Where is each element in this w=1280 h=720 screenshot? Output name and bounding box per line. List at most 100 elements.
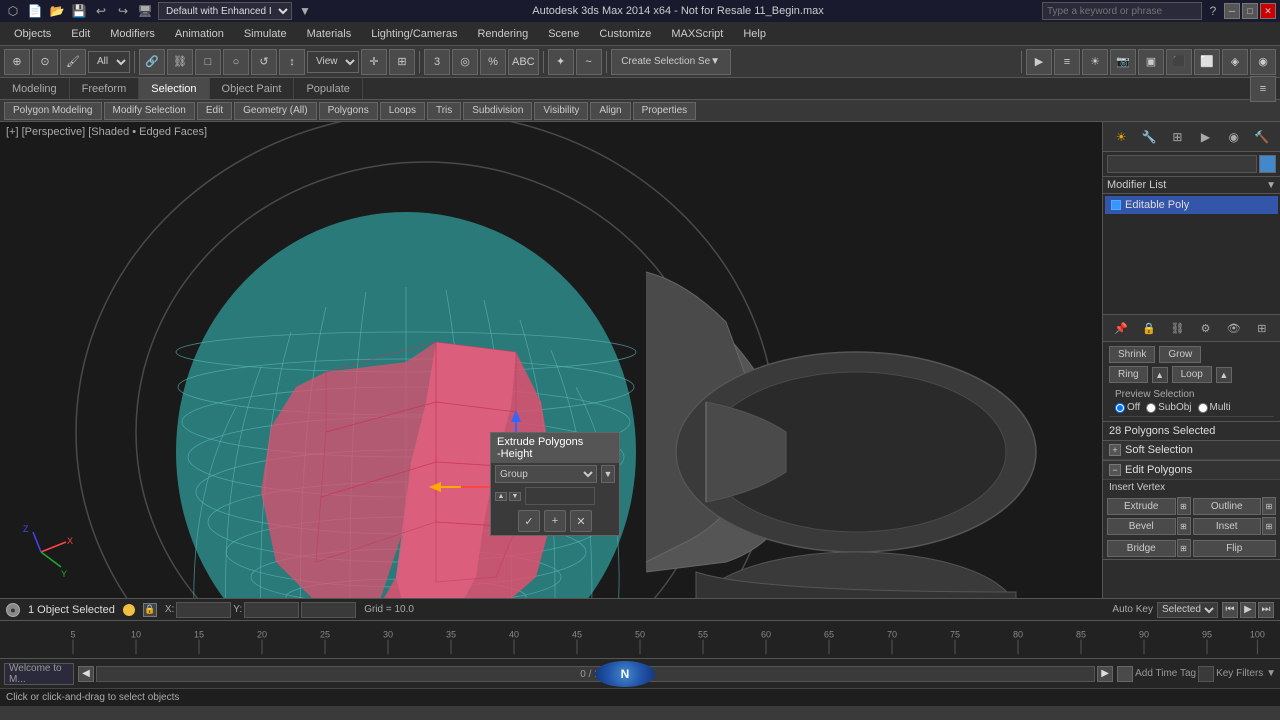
modify-icon[interactable]: 🔧 [1138,126,1160,148]
menu-edit[interactable]: Edit [61,26,100,42]
extrude-confirm-btn[interactable]: ✓ [518,510,540,532]
select-rotate[interactable]: ↺ [251,49,277,75]
menu-objects[interactable]: Objects [4,26,61,42]
lock-icon[interactable]: 🔒 [1138,317,1160,339]
menu-modifiers[interactable]: Modifiers [100,26,165,42]
sub-subdivision[interactable]: Subdivision [463,102,532,120]
panel-toggle[interactable]: ≡ [1250,76,1276,102]
extrude-plus-btn[interactable]: + [544,510,566,532]
open-icon[interactable]: 📂 [48,2,66,20]
pin-icon[interactable]: 📌 [1110,317,1132,339]
sub-visibility[interactable]: Visibility [534,102,588,120]
snap-box[interactable]: ⊞ [389,49,415,75]
play-btn[interactable]: ▶ [1240,602,1256,618]
unlink-tool[interactable]: ⛓ [167,49,193,75]
view-icon2[interactable]: 👁 [1223,317,1245,339]
sub-polygons[interactable]: Polygons [319,102,378,120]
utilities-icon[interactable]: 🔨 [1251,126,1273,148]
move-btn[interactable]: ✦ [548,49,574,75]
chain-icon[interactable]: ⛓ [1166,317,1188,339]
menu-customize[interactable]: Customize [589,26,661,42]
paint-tool[interactable]: 🖌 [60,49,86,75]
close-button[interactable]: ✕ [1260,3,1276,19]
tab-modeling[interactable]: Modeling [0,78,70,99]
shrink-button[interactable]: Shrink [1109,346,1155,363]
redo-icon[interactable]: ↪ [114,2,132,20]
soft-selection-header[interactable]: + Soft Selection [1103,441,1280,460]
extrude-settings-btn[interactable]: ⊞ [1177,497,1191,515]
sub-geometry[interactable]: Geometry (All) [234,102,316,120]
viewport-3d[interactable]: [+] [Perspective] [Shaded • Edged Faces] [0,122,1102,598]
sub-modify-selection[interactable]: Modify Selection [104,102,195,120]
app-icon[interactable]: ⬡ [4,2,22,20]
inset-button[interactable]: Inset [1193,518,1262,535]
menu-scene[interactable]: Scene [538,26,589,42]
outline-button[interactable]: Outline [1193,498,1262,515]
extrude-spin-down[interactable]: ▼ [509,492,521,501]
loop-button[interactable]: Loop [1172,366,1212,383]
object-name-input[interactable]: Box002 [1107,155,1257,173]
render4-btn[interactable]: ◈ [1222,49,1248,75]
sub-align[interactable]: Align [590,102,630,120]
minimize-button[interactable]: ─ [1224,3,1240,19]
render5-btn[interactable]: ◉ [1250,49,1276,75]
display-icon[interactable]: ◉ [1223,126,1245,148]
playback-btn[interactable]: ▶ [1026,49,1052,75]
sub-edit[interactable]: Edit [197,102,232,120]
bridge-settings-btn[interactable]: ⊞ [1177,539,1191,557]
percent-btn[interactable]: % [480,49,506,75]
preview-off-option[interactable]: Off [1115,402,1140,413]
ring-spin-up[interactable]: ▲ [1152,367,1168,383]
modifier-stack[interactable]: Editable Poly [1103,194,1280,314]
edit-polygons-toggle[interactable]: − [1109,464,1121,476]
render2-btn[interactable]: ⬛ [1166,49,1192,75]
bevel-button[interactable]: Bevel [1107,518,1176,535]
viewport-icon[interactable]: 🖥 [136,2,154,20]
inset-settings-btn[interactable]: ⊞ [1262,517,1276,535]
preview-subobj-option[interactable]: SubObj [1146,402,1191,413]
abc-btn[interactable]: ABC [508,49,539,75]
preview-multi-radio[interactable] [1198,403,1208,413]
tab-freeform[interactable]: Freeform [70,78,140,99]
x-coord-input[interactable]: 64.298 [176,602,231,618]
sub-tris[interactable]: Tris [427,102,461,120]
light-btn[interactable]: ☀ [1082,49,1108,75]
undo-icon[interactable]: ↩ [92,2,110,20]
lasso-tool[interactable]: ⊙ [32,49,58,75]
maximize-button[interactable]: □ [1242,3,1258,19]
extrude-dropdown-arrow[interactable]: ▼ [601,465,615,483]
new-icon[interactable]: 📄 [26,2,44,20]
timeline-left-btn[interactable]: ◀ [78,666,94,682]
object-color-swatch[interactable] [1259,155,1276,173]
help-icon[interactable]: ? [1204,2,1222,20]
config-icon[interactable]: ⚙ [1195,317,1217,339]
light-icon[interactable]: ☀ [1110,126,1132,148]
menu-simulate[interactable]: Simulate [234,26,297,42]
y-coord-input[interactable]: -65. [244,602,299,618]
tab-objectpaint[interactable]: Object Paint [210,78,295,99]
flip-button[interactable]: Flip [1193,540,1277,557]
extrude-spin-up[interactable]: ▲ [495,492,507,501]
outline-settings-btn[interactable]: ⊞ [1262,497,1276,515]
timeline-right-btn[interactable]: ▶ [1097,666,1113,682]
sub-polygon-modeling[interactable]: Polygon Modeling [4,102,102,120]
select-tool[interactable]: ⊕ [4,49,30,75]
prev-frame-btn[interactable]: ⏮ [1222,602,1238,618]
sub-properties[interactable]: Properties [633,102,697,120]
preview-multi-option[interactable]: Multi [1198,402,1231,413]
grow-button[interactable]: Grow [1159,346,1201,363]
edit-polygons-header[interactable]: − Edit Polygons [1103,461,1280,480]
modifier-list-arrow[interactable]: ▼ [1266,180,1276,191]
preview-subobj-radio[interactable] [1146,403,1156,413]
extrude-type-dropdown[interactable]: Group [495,465,597,483]
save-icon[interactable]: 💾 [70,2,88,20]
lock-status-icon[interactable]: 🔒 [143,603,157,617]
menu-rendering[interactable]: Rendering [467,26,538,42]
preview-off-radio[interactable] [1115,403,1125,413]
snap-toggle[interactable]: ✛ [361,49,387,75]
workspace-arrow[interactable]: ▼ [296,2,314,20]
menu-help[interactable]: Help [733,26,776,42]
next-frame-btn[interactable]: ⏭ [1258,602,1274,618]
filter-dropdown[interactable]: All [88,51,130,73]
bevel-settings-btn[interactable]: ⊞ [1177,517,1191,535]
